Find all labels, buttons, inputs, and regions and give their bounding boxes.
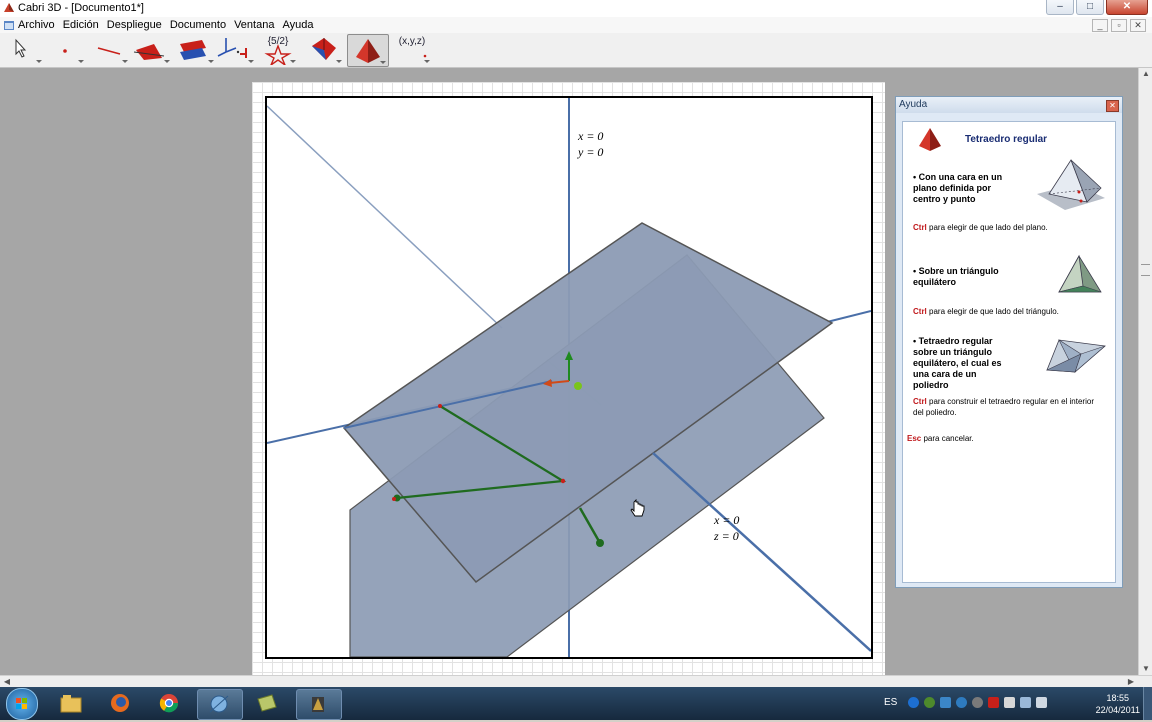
tool-vectors[interactable]	[216, 34, 256, 65]
window-title: Cabri 3D - [Documento1*]	[18, 2, 144, 14]
point-a-red[interactable]	[392, 497, 396, 501]
menu-documento[interactable]: Documento	[170, 19, 226, 31]
network-tray-icon[interactable]	[1020, 697, 1031, 708]
horizontal-axis-end[interactable]	[826, 310, 871, 323]
help-section-1-heading: • Con una cara en un plano definida por …	[913, 172, 1003, 204]
chrome-icon	[159, 694, 179, 713]
notepad-icon	[257, 694, 277, 712]
network-icon	[209, 695, 229, 713]
flag-tray-icon[interactable]	[1004, 697, 1015, 708]
audio-device-tray-icon[interactable]	[972, 697, 983, 708]
menu-edicion[interactable]: Edición	[63, 19, 99, 31]
tetrahedron-on-polyhedron-icon	[1045, 339, 1106, 373]
tool-relative-constructions[interactable]	[176, 34, 216, 65]
help-section-3-tip: Ctrl para construir el tetraedro regular…	[913, 397, 1094, 417]
cabri-app-icon	[4, 3, 14, 12]
help-titlebar: Ayuda ✕	[896, 97, 1122, 113]
scroll-up-arrow-icon[interactable]: ▲	[1139, 68, 1152, 80]
start-button[interactable]	[6, 688, 38, 720]
taskbar-explorer[interactable]	[50, 689, 94, 718]
menu-despliegue[interactable]: Despliegue	[107, 19, 162, 31]
menu-bar: Archivo Edición Despliegue Documento Ven…	[0, 17, 1152, 33]
label-vertical-y: y = 0	[577, 145, 603, 159]
antivirus-tray-icon[interactable]	[988, 697, 999, 708]
show-desktop-button[interactable]	[1143, 687, 1152, 720]
taskbar-notepad[interactable]	[246, 689, 290, 718]
tool-measurement[interactable]: (x,y,z)	[392, 34, 432, 65]
taskbar: ES 18:55 22/04/2011	[0, 687, 1152, 720]
origin-point[interactable]	[574, 382, 582, 390]
taskbar-cabri[interactable]	[296, 689, 342, 720]
taskbar-network[interactable]	[197, 689, 243, 720]
maximize-button[interactable]: □	[1076, 0, 1104, 15]
help-section-2-heading: • Sobre un triángulo equilátero	[913, 266, 999, 287]
tool-points[interactable]	[46, 34, 86, 65]
help-section-1-tip: Ctrl para elegir de que lado del plano.	[913, 223, 1048, 232]
toolbar: {5/2} (x,y,z)	[0, 33, 1152, 68]
menu-ayuda[interactable]: Ayuda	[282, 19, 313, 31]
help-section-3-heading: • Tetraedro regular sobre un triángulo e…	[913, 336, 1002, 390]
diagonal-axis-back[interactable]	[267, 105, 503, 329]
tool-curves[interactable]	[90, 34, 130, 65]
help-section-2-tip: Ctrl para elegir de que lado del triángu…	[913, 307, 1059, 316]
minimize-button[interactable]: –	[1046, 0, 1074, 15]
language-indicator[interactable]: ES	[884, 697, 897, 708]
doc-minimize-button[interactable]: _	[1092, 19, 1108, 32]
windows-explorer-icon	[60, 695, 82, 713]
volume-tray-icon[interactable]	[1036, 697, 1047, 708]
clock[interactable]: 18:55 22/04/2011	[1096, 692, 1140, 716]
cabri-icon	[312, 697, 324, 712]
tool-surfaces[interactable]	[132, 34, 172, 65]
vector-endpoint[interactable]	[596, 539, 604, 547]
tray-icons	[908, 697, 1052, 708]
dropbox-tray-icon[interactable]	[940, 697, 951, 708]
help-tray-icon[interactable]	[908, 697, 919, 708]
doc-close-button[interactable]: ✕	[1130, 19, 1146, 32]
point-b[interactable]	[560, 478, 566, 484]
tool-transformations[interactable]: {5/2}	[258, 34, 298, 65]
close-button[interactable]: ✕	[1106, 0, 1148, 15]
tetrahedron-on-triangle-icon	[1058, 254, 1102, 293]
title-bar: Cabri 3D - [Documento1*] – □ ✕	[0, 0, 1152, 18]
system-tray: ES 18:55 22/04/2011	[872, 687, 1152, 720]
help-esc-tip: Esc para cancelar.	[907, 434, 974, 443]
help-tool-title: Tetraedro regular	[965, 134, 1048, 145]
scroll-thumb[interactable]	[1141, 264, 1150, 276]
tool-regular-polyhedra[interactable]	[347, 34, 389, 67]
menu-archivo[interactable]: Archivo	[18, 19, 55, 31]
update-tray-icon[interactable]	[956, 697, 967, 708]
tetrahedron-on-plane-icon	[1037, 159, 1105, 210]
point-c[interactable]	[438, 404, 442, 408]
label-vertical-x: x = 0	[577, 129, 603, 143]
help-title: Ayuda	[899, 99, 928, 110]
tetrahedron-icon	[919, 128, 941, 151]
tool-manipulation[interactable]	[4, 34, 44, 65]
diagonal-axis-front[interactable]	[652, 452, 871, 652]
help-close-button[interactable]: ✕	[1106, 100, 1119, 112]
label-diagonal-z: z = 0	[713, 529, 739, 543]
scroll-down-arrow-icon[interactable]: ▼	[1139, 663, 1152, 675]
tool-polyhedra[interactable]	[304, 34, 344, 65]
help-panel: Ayuda ✕ Tetraedro regular • Con una cara…	[895, 96, 1123, 588]
3d-scene[interactable]: x = 0 y = 0 x = 0 z = 0	[267, 98, 871, 657]
firefox-icon	[111, 694, 129, 712]
help-body: Tetraedro regular • Con una cara en un p…	[902, 121, 1116, 583]
clock-date: 22/04/2011	[1095, 705, 1140, 715]
doc-restore-button[interactable]: ▫	[1111, 19, 1127, 32]
menu-ventana[interactable]: Ventana	[234, 19, 274, 31]
document-icon[interactable]	[3, 19, 15, 31]
taskbar-chrome[interactable]	[148, 689, 192, 718]
label-diagonal-x: x = 0	[713, 513, 739, 527]
chrome-tray-icon[interactable]	[924, 697, 935, 708]
taskbar-firefox[interactable]	[99, 689, 143, 718]
3d-view[interactable]: x = 0 y = 0 x = 0 z = 0	[265, 96, 873, 659]
windows-logo-icon	[16, 698, 27, 709]
vertical-scrollbar[interactable]: ▲ ▼	[1138, 68, 1152, 675]
clock-time: 18:55	[1106, 693, 1130, 703]
